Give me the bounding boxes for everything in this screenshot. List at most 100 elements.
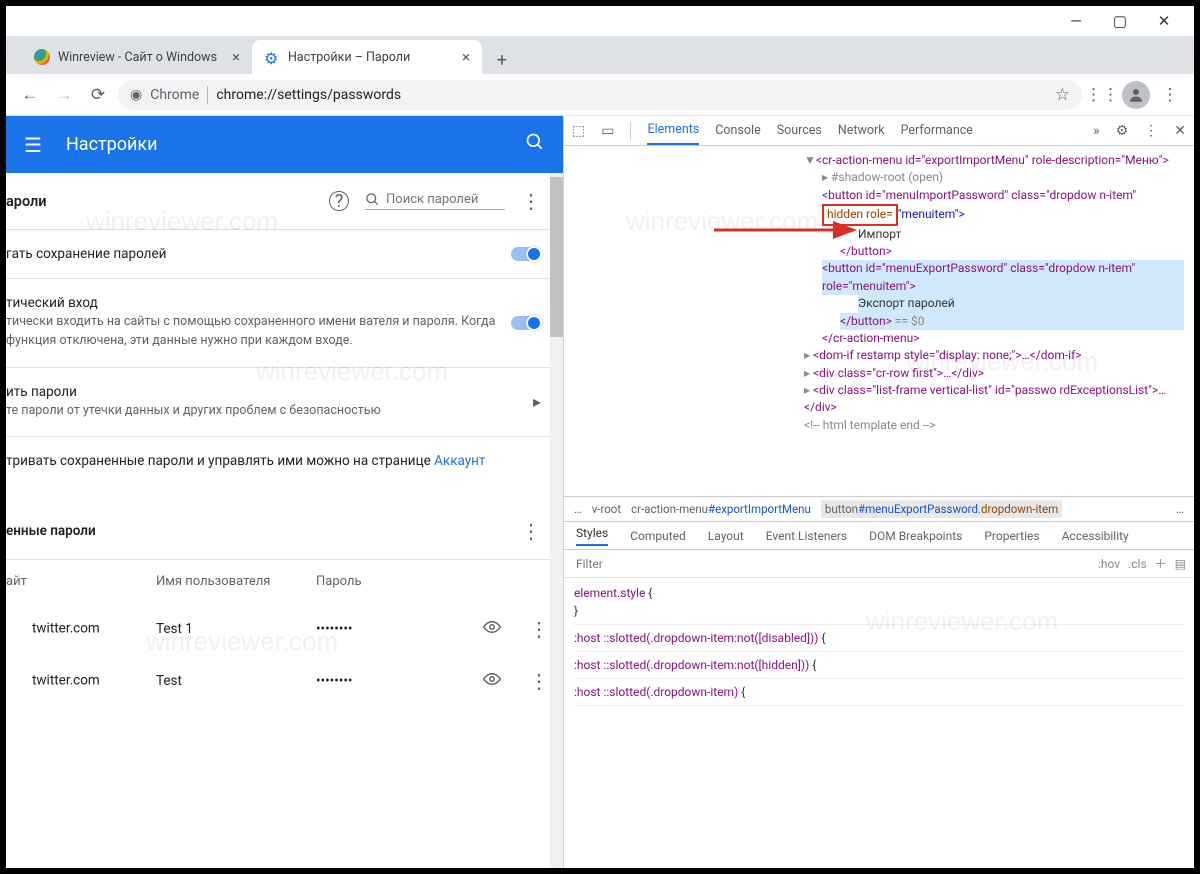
hov-toggle[interactable]: :hov [1098, 557, 1120, 571]
dom-node[interactable]: </button> [840, 244, 892, 258]
bookmark-star-icon[interactable]: ☆ [1055, 85, 1070, 105]
device-icon[interactable]: ▭ [601, 123, 614, 139]
auto-login-title: тический вход [6, 295, 497, 311]
dom-node-selected[interactable]: <button id="menuExportPassword" class="d… [822, 261, 1135, 292]
browser-tab-2[interactable]: ⚙ Настройки – Пароли × [252, 40, 482, 74]
dom-shadow-root[interactable]: #shadow-root (open) [831, 170, 943, 184]
search-icon[interactable] [525, 132, 545, 157]
help-icon[interactable]: ? [329, 191, 349, 211]
password-search-box[interactable] [365, 192, 505, 210]
password-search-input[interactable] [386, 192, 496, 207]
dom-node[interactable]: <div class="cr-row first">…</div> [813, 366, 984, 380]
col-pass-header: Пароль [316, 574, 436, 589]
tab-close-icon[interactable]: × [232, 48, 240, 66]
tab-performance[interactable]: Performance [901, 117, 973, 144]
tab-layout[interactable]: Layout [708, 529, 744, 543]
view-note: тривать сохраненные пароли и управлять и… [6, 453, 434, 469]
gear-icon[interactable]: ⚙ [1116, 123, 1129, 139]
tab-styles[interactable]: Styles [576, 526, 608, 546]
tab-computed[interactable]: Computed [630, 529, 686, 543]
auto-login-toggle[interactable] [511, 316, 541, 330]
devtools-close-icon[interactable]: ✕ [1174, 123, 1186, 139]
browser-tab-1[interactable]: Winreview - Сайт о Windows × [22, 40, 252, 74]
dom-node[interactable]: <dom-if restamp style="display: none;">…… [813, 348, 1082, 362]
styles-pane[interactable]: element.style {}:host ::slotted(.dropdow… [564, 578, 1194, 868]
tab-title: Winreview - Сайт о Windows [58, 50, 217, 65]
window-titlebar: — ▢ ✕ [6, 6, 1194, 36]
dom-node[interactable]: </cr-action-menu> [822, 331, 920, 345]
auto-login-desc: тически входить на сайты с помощью сохра… [6, 313, 497, 351]
styles-tabs: Styles Computed Layout Event Listeners D… [564, 522, 1194, 550]
tab-dom-breakpoints[interactable]: DOM Breakpoints [869, 529, 962, 543]
saved-passwords-header: енные пароли [6, 523, 507, 539]
chrome-dino-icon: ◉ [130, 87, 142, 103]
col-site-header: айт [6, 574, 156, 589]
tab-event-listeners[interactable]: Event Listeners [766, 529, 847, 543]
dom-node[interactable]: <button id="menuImportPassword" class="d… [822, 188, 1136, 202]
dom-breadcrumb[interactable]: … v-root cr-action-menu#exportImportMenu… [564, 496, 1194, 522]
reload-button[interactable]: ⟳ [84, 81, 112, 109]
tab-sources[interactable]: Sources [777, 117, 822, 144]
dom-node[interactable]: </button> [840, 314, 892, 328]
toggle-panel-icon[interactable]: ▤ [1175, 557, 1186, 571]
tab-close-icon[interactable]: × [462, 48, 470, 66]
tab-strip: Winreview - Сайт о Windows × ⚙ Настройки… [6, 36, 1194, 74]
more-icon[interactable]: ⋮ [521, 189, 541, 213]
row-more-icon[interactable]: ⋮ [529, 669, 549, 693]
dom-node[interactable]: <div class="list-frame vertical-list" id… [804, 383, 1166, 414]
site-favicon-icon [6, 672, 24, 690]
dom-text: Экспорт паролей [858, 296, 955, 310]
password-row[interactable]: twitter.comTest 1••••••••⋮ [6, 603, 563, 655]
favicon-icon [34, 49, 50, 65]
new-tab-button[interactable]: + [488, 46, 516, 74]
omnibox-url: chrome://settings/passwords [216, 87, 401, 103]
check-passwords-title: ить пароли [6, 384, 519, 400]
password-row[interactable]: twitter.comTest••••••••⋮ [6, 655, 563, 707]
dom-node[interactable]: <cr-action-menu id="exportImportMenu" ro… [816, 153, 1169, 167]
devtools-panel: ⬚ ▭ Elements Console Sources Network Per… [563, 116, 1194, 868]
browser-toolbar: ← → ⟳ ◉ Chrome chrome://settings/passwor… [6, 74, 1194, 116]
styles-filter-input[interactable] [572, 555, 1090, 573]
devtools-menu-icon[interactable]: ⋮ [1144, 123, 1158, 139]
profile-avatar-button[interactable] [1122, 81, 1150, 109]
omnibox[interactable]: ◉ Chrome chrome://settings/passwords ☆ [118, 80, 1082, 110]
annotation-arrow [714, 220, 864, 245]
chrome-menu-button[interactable]: ⋮ [1156, 81, 1184, 109]
tab-elements[interactable]: Elements [647, 116, 699, 145]
tab-console[interactable]: Console [715, 117, 760, 144]
account-link[interactable]: Аккаунт [434, 453, 485, 469]
extensions-button[interactable]: ⋮⋮ [1088, 81, 1116, 109]
check-passwords-desc: те пароли от утечки данных и других проб… [6, 402, 519, 421]
new-rule-icon[interactable]: ＋ [1155, 555, 1167, 572]
forward-button[interactable]: → [50, 81, 78, 109]
page-title: Настройки [66, 134, 501, 155]
inspect-icon[interactable]: ⬚ [572, 123, 585, 139]
window-maximize-button[interactable]: ▢ [1112, 13, 1128, 29]
tab-accessibility[interactable]: Accessibility [1062, 529, 1129, 543]
back-button[interactable]: ← [16, 81, 44, 109]
window-close-button[interactable]: ✕ [1156, 13, 1172, 29]
site-favicon-icon [6, 620, 24, 638]
more-tabs-icon[interactable]: » [1093, 123, 1100, 139]
offer-save-passwords-label: гать сохранение паролей [6, 246, 497, 262]
menu-icon[interactable]: ☰ [24, 133, 42, 157]
settings-scrollbar[interactable] [550, 173, 563, 868]
dom-tree[interactable]: ▼<cr-action-menu id="exportImportMenu" r… [564, 146, 1194, 496]
tab-network[interactable]: Network [838, 117, 885, 144]
tab-title: Настройки – Пароли [288, 50, 410, 65]
omnibox-prefix: Chrome [150, 87, 199, 103]
row-more-icon[interactable]: ⋮ [529, 617, 549, 641]
settings-content: ароли ? ⋮ гать сохранение паролей тическ… [6, 173, 563, 868]
section-title: ароли [6, 193, 47, 210]
offer-save-passwords-toggle[interactable] [511, 247, 541, 261]
reveal-password-icon[interactable] [483, 618, 501, 640]
settings-gear-icon: ⚙ [264, 49, 280, 65]
reveal-password-icon[interactable] [483, 670, 501, 692]
cls-toggle[interactable]: .cls [1128, 557, 1147, 571]
more-icon[interactable]: ⋮ [521, 519, 541, 543]
window-minimize-button[interactable]: — [1068, 13, 1084, 29]
col-user-header: Имя пользователя [156, 574, 316, 589]
chevron-right-icon[interactable]: ▸ [533, 392, 541, 411]
omnibox-separator [207, 86, 208, 104]
tab-properties[interactable]: Properties [984, 529, 1039, 543]
